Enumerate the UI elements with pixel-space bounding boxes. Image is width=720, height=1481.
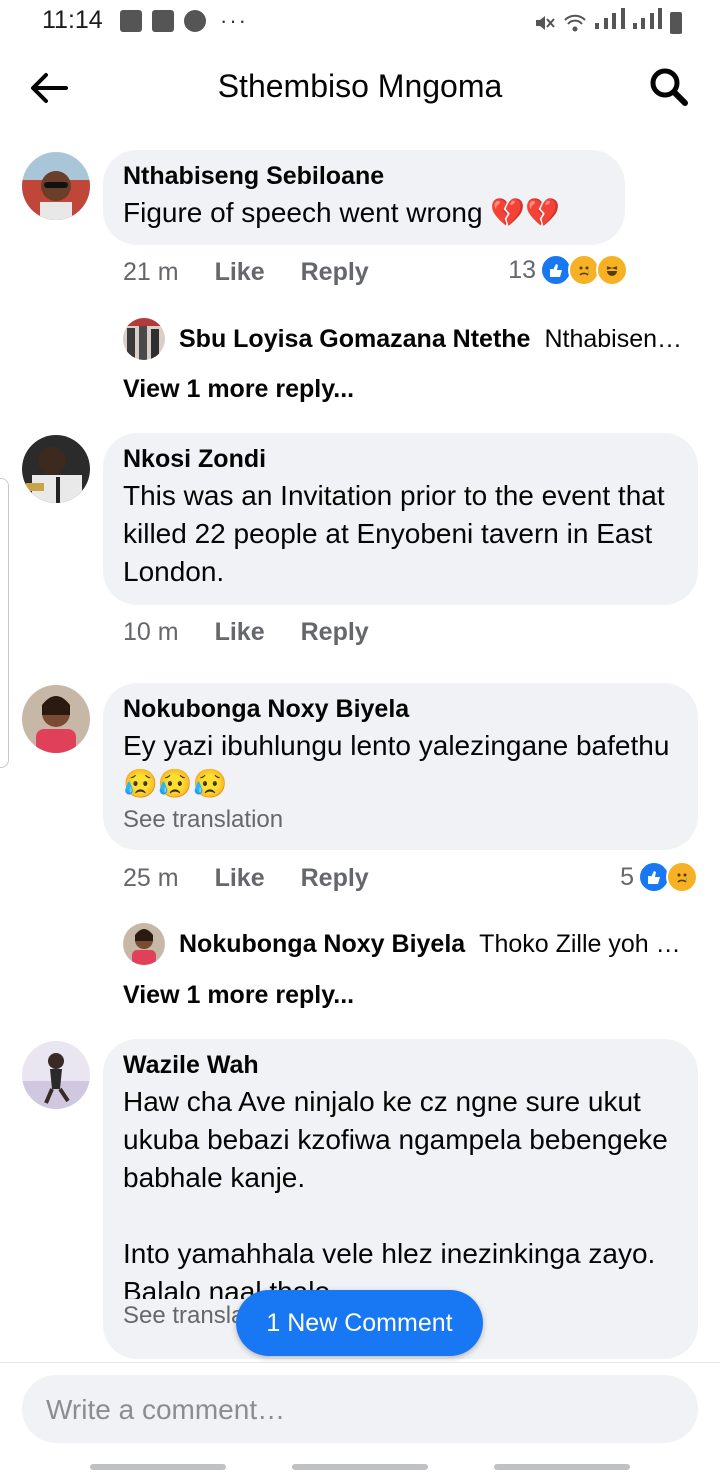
avatar[interactable] (22, 435, 90, 503)
reply-preview[interactable]: Sbu Loyisa Gomazana Ntethe Nthabiseng… (123, 318, 693, 360)
see-translation-link[interactable]: See translation (123, 805, 676, 835)
comment-text: Ey yazi ibuhlungu lento yalezingane bafe… (123, 730, 670, 799)
comment-author[interactable]: Nthabiseng Sebiloane (123, 162, 603, 190)
notification-icons: ··· (120, 8, 248, 34)
comment-author[interactable]: Nokubonga Noxy Biyela (123, 695, 676, 723)
comment-bubble[interactable]: Nthabiseng Sebiloane Figure of speech we… (103, 150, 625, 245)
mute-icon (536, 16, 556, 30)
comment-author[interactable]: Wazile Wah (123, 1051, 676, 1079)
nav-handle-right (494, 1464, 630, 1470)
avatar[interactable] (22, 152, 90, 220)
reply-button[interactable]: Reply (301, 258, 369, 287)
scroll-edge (0, 478, 9, 768)
reply-button[interactable]: Reply (301, 618, 369, 647)
reply-author[interactable]: Sbu Loyisa Gomazana Ntethe (179, 325, 530, 354)
page-title: Sthembiso Mngoma (217, 68, 503, 104)
comment-author[interactable]: Nkosi Zondi (123, 445, 676, 473)
reply-preview[interactable]: Nokubonga Noxy Biyela Thoko Zille yoh gi… (123, 923, 693, 965)
battery-icon (670, 12, 682, 34)
status-bar: 11:14 ··· (0, 0, 720, 44)
sad-reaction-icon (666, 861, 698, 893)
comment-time[interactable]: 10 m (123, 618, 179, 647)
comment-time[interactable]: 21 m (123, 258, 179, 287)
wifi-icon (564, 14, 586, 32)
like-button[interactable]: Like (215, 258, 265, 287)
avatar[interactable] (22, 685, 90, 753)
reply-author[interactable]: Nokubonga Noxy Biyela (179, 930, 465, 959)
signal-icon-2 (632, 8, 662, 34)
reply-snippet: Nthabiseng… (544, 324, 693, 353)
nav-handle-left (90, 1464, 226, 1470)
reply-button[interactable]: Reply (301, 864, 369, 893)
like-button[interactable]: Like (215, 618, 265, 647)
comment-bubble[interactable]: Nokubonga Noxy Biyela Ey yazi ibuhlungu … (103, 683, 698, 850)
reply-avatar[interactable] (123, 923, 165, 965)
comment-text: Figure of speech went wrong 💔💔 (123, 197, 561, 228)
new-comment-button[interactable]: 1 New Comment (236, 1290, 483, 1356)
haha-reaction-icon (596, 254, 628, 286)
comment-text: Haw cha Ave ninjalo ke cz ngne sure ukut… (123, 1086, 668, 1299)
reply-snippet: Thoko Zille yoh gir… (479, 929, 693, 958)
comment-time[interactable]: 25 m (123, 864, 179, 893)
reaction-summary[interactable]: 13 (508, 254, 628, 286)
nav-handle-center (292, 1464, 428, 1470)
reaction-count: 5 (620, 862, 634, 891)
view-more-replies-link[interactable]: View 1 more reply... (123, 981, 354, 1010)
comment-actions: 21 m Like Reply (123, 258, 369, 287)
system-icons (533, 8, 682, 34)
comment-actions: 25 m Like Reply (123, 864, 369, 893)
app-header: Sthembiso Mngoma (0, 50, 720, 130)
more-notifications-icon: ··· (220, 8, 248, 33)
comment-text: This was an Invitation prior to the even… (123, 480, 673, 587)
view-more-replies-link[interactable]: View 1 more reply... (123, 375, 354, 404)
avatar[interactable] (22, 1041, 90, 1109)
reaction-summary[interactable]: 5 (620, 861, 698, 893)
status-time: 11:14 (42, 6, 103, 34)
like-button[interactable]: Like (215, 864, 265, 893)
signal-icon (595, 8, 625, 34)
comment-bubble[interactable]: Nkosi Zondi This was an Invitation prior… (103, 433, 698, 605)
reaction-count: 13 (508, 255, 536, 284)
search-icon[interactable] (648, 66, 690, 108)
flash-icon (184, 10, 206, 32)
gallery-icon (120, 10, 142, 32)
comment-field[interactable] (22, 1375, 698, 1445)
reply-avatar[interactable] (123, 318, 165, 360)
comment-input[interactable] (44, 1375, 668, 1445)
comment-actions: 10 m Like Reply (123, 618, 369, 647)
download-icon (152, 10, 174, 32)
